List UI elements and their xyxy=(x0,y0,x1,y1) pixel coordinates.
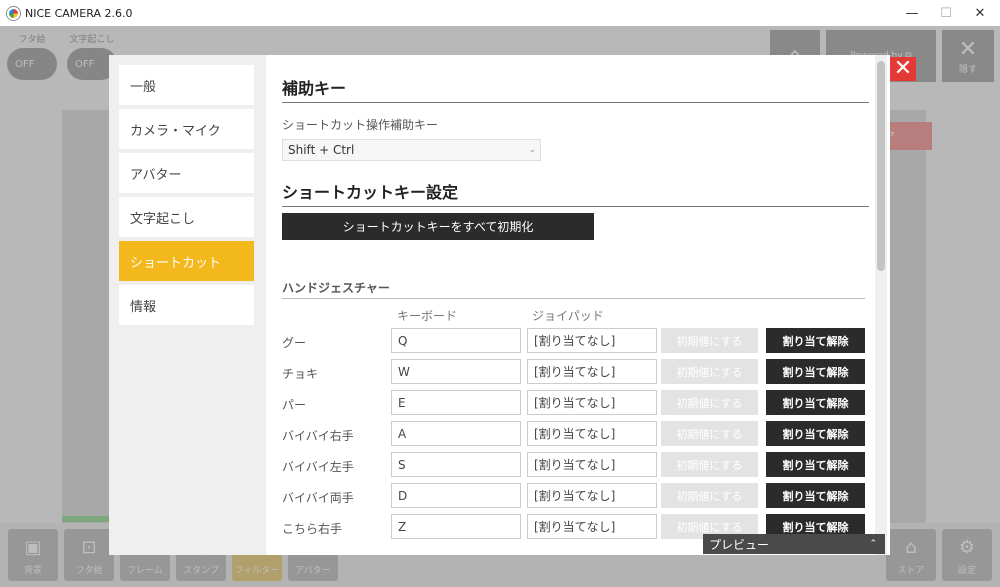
app-title: NICE CAMERA 2.6.0 xyxy=(25,6,133,20)
sidebar-item-camera-mic[interactable]: カメラ・マイク xyxy=(119,109,254,149)
sidebar-item-shortcut[interactable]: ショートカット xyxy=(119,241,254,281)
sidebar-item-avatar[interactable]: アバター xyxy=(119,153,254,193)
scrollbar-thumb[interactable] xyxy=(877,61,885,271)
title-bar: NICE CAMERA 2.6.0 — ☐ ✕ xyxy=(0,0,1000,26)
hand-gesture-divider xyxy=(282,298,865,299)
keyboard-key-field[interactable]: Q xyxy=(391,328,521,353)
joypad-key-field[interactable]: [割り当てなし] xyxy=(527,421,657,446)
keyboard-key-field[interactable]: Z xyxy=(391,514,521,539)
reset-default-button[interactable]: 初期値にする xyxy=(661,328,758,353)
gesture-row: パー E [割り当てなし] 初期値にする 割り当て解除 xyxy=(282,390,882,416)
gesture-row: バイバイ両手 D [割り当てなし] 初期値にする 割り当て解除 xyxy=(282,483,882,509)
hand-gesture-heading: ハンドジェスチャー xyxy=(282,281,390,295)
clear-assignment-button[interactable]: 割り当て解除 xyxy=(766,452,865,477)
keyboard-key-field[interactable]: W xyxy=(391,359,521,384)
gesture-row: バイバイ右手 A [割り当てなし] 初期値にする 割り当て解除 xyxy=(282,421,882,447)
gesture-name: こちら右手 xyxy=(282,522,343,536)
settings-dialog: 一般 カメラ・マイク アバター 文字起こし ショートカット 情報 補助キー ショ… xyxy=(109,55,916,555)
maximize-icon[interactable]: ☐ xyxy=(929,0,963,26)
sidebar-item-transcription[interactable]: 文字起こし xyxy=(119,197,254,237)
clear-assignment-button[interactable]: 割り当て解除 xyxy=(766,421,865,446)
reset-default-button[interactable]: 初期値にする xyxy=(661,359,758,384)
sidebar-item-info[interactable]: 情報 xyxy=(119,285,254,325)
gesture-name: パー xyxy=(282,398,307,412)
clear-assignment-button[interactable]: 割り当て解除 xyxy=(766,390,865,415)
keyboard-column-header: キーボード xyxy=(397,309,458,323)
gesture-row: グー Q [割り当てなし] 初期値にする 割り当て解除 xyxy=(282,328,882,354)
gesture-name: グー xyxy=(282,336,307,350)
shortcut-heading: ショートカットキー設定 xyxy=(282,183,459,202)
reset-default-button[interactable]: 初期値にする xyxy=(661,483,758,508)
joypad-column-header: ジョイパッド xyxy=(532,309,604,323)
keyboard-key-field[interactable]: S xyxy=(391,452,521,477)
keyboard-key-field[interactable]: A xyxy=(391,421,521,446)
settings-sidebar: 一般 カメラ・マイク アバター 文字起こし ショートカット 情報 xyxy=(109,55,266,555)
modifier-label: ショートカット操作補助キー xyxy=(282,118,439,132)
reset-default-button[interactable]: 初期値にする xyxy=(661,421,758,446)
settings-content: 補助キー ショートカット操作補助キー Shift + Ctrl ⌄ ショートカッ… xyxy=(266,55,890,555)
close-icon: ✕ xyxy=(893,56,913,81)
dialog-close-button[interactable]: ✕ xyxy=(890,57,916,81)
reset-default-button[interactable]: 初期値にする xyxy=(661,390,758,415)
chevron-down-icon: ⌄ xyxy=(528,145,536,155)
close-icon[interactable]: ✕ xyxy=(963,0,997,26)
joypad-key-field[interactable]: [割り当てなし] xyxy=(527,359,657,384)
settings-scrollbar[interactable] xyxy=(875,55,887,555)
minimize-icon[interactable]: — xyxy=(895,0,929,26)
shortcut-divider xyxy=(282,206,869,207)
joypad-key-field[interactable]: [割り当てなし] xyxy=(527,452,657,477)
reset-all-shortcuts-button[interactable]: ショートカットキーをすべて初期化 xyxy=(282,213,594,240)
joypad-key-field[interactable]: [割り当てなし] xyxy=(527,483,657,508)
modifier-heading: 補助キー xyxy=(282,79,347,98)
keyboard-key-field[interactable]: E xyxy=(391,390,521,415)
modifier-select[interactable]: Shift + Ctrl ⌄ xyxy=(282,139,541,161)
gesture-row: チョキ W [割り当てなし] 初期値にする 割り当て解除 xyxy=(282,359,882,385)
clear-assignment-button[interactable]: 割り当て解除 xyxy=(766,328,865,353)
joypad-key-field[interactable]: [割り当てなし] xyxy=(527,328,657,353)
joypad-key-field[interactable]: [割り当てなし] xyxy=(527,390,657,415)
clear-assignment-button[interactable]: 割り当て解除 xyxy=(766,483,865,508)
gesture-name: バイバイ左手 xyxy=(282,460,354,474)
app-logo-icon xyxy=(7,6,20,20)
keyboard-key-field[interactable]: D xyxy=(391,483,521,508)
clear-assignment-button[interactable]: 割り当て解除 xyxy=(766,359,865,384)
preview-label: プレビュー xyxy=(709,537,770,552)
modifier-divider xyxy=(282,102,869,103)
gesture-name: バイバイ両手 xyxy=(282,491,354,505)
gesture-name: チョキ xyxy=(282,367,319,381)
reset-default-button[interactable]: 初期値にする xyxy=(661,452,758,477)
modifier-select-value: Shift + Ctrl xyxy=(288,143,355,157)
sidebar-item-general[interactable]: 一般 xyxy=(119,65,254,105)
chevron-up-icon: ⌃ xyxy=(869,539,877,549)
gesture-name: バイバイ右手 xyxy=(282,429,354,443)
gesture-row: バイバイ左手 S [割り当てなし] 初期値にする 割り当て解除 xyxy=(282,452,882,478)
joypad-key-field[interactable]: [割り当てなし] xyxy=(527,514,657,539)
preview-collapse-bar[interactable]: プレビュー ⌃ xyxy=(703,534,885,554)
